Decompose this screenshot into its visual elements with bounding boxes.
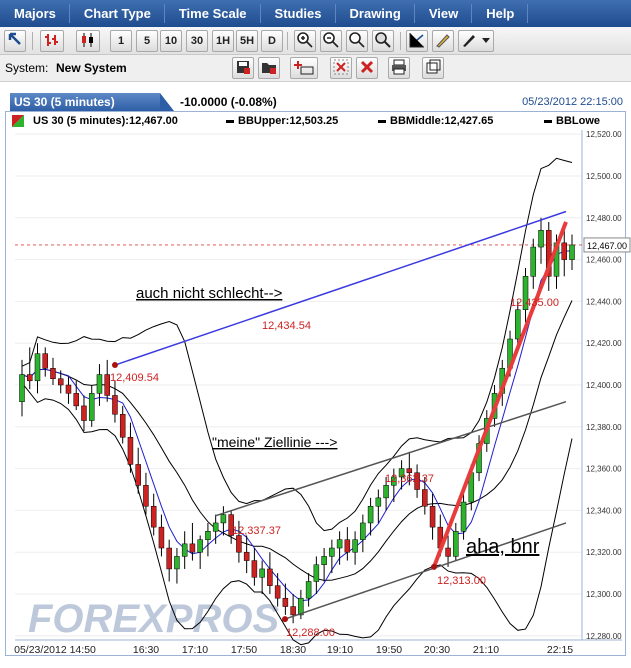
chart-legend: US 30 (5 minutes):12,467.00 BBUpper:12,5… bbox=[6, 112, 625, 130]
add-system-icon bbox=[294, 61, 314, 75]
bar-chart-button[interactable] bbox=[40, 30, 64, 52]
printer-icon bbox=[392, 59, 406, 75]
add-system-button[interactable] bbox=[290, 57, 318, 79]
toolbar-divider bbox=[32, 32, 33, 50]
period-1h-button[interactable]: 1H bbox=[212, 30, 234, 52]
instrument-tab[interactable]: US 30 (5 minutes) bbox=[10, 93, 174, 111]
period-30-button[interactable]: 30 bbox=[186, 30, 208, 52]
zoom-area-button[interactable] bbox=[372, 30, 394, 52]
menu-view[interactable]: View bbox=[415, 0, 473, 27]
chart-frame bbox=[5, 111, 626, 656]
toolbar-divider bbox=[400, 32, 401, 50]
open-template-button[interactable] bbox=[258, 57, 280, 79]
toolbar-divider bbox=[287, 32, 288, 50]
chart-window: Majors Chart Type Time Scale Studies Drawing… bbox=[0, 0, 631, 668]
legend-bbupper-label: BBUpper:12,503.25 bbox=[238, 115, 339, 127]
period-5h-button[interactable]: 5H bbox=[236, 30, 258, 52]
legend-bbupper: BBUpper:12,503.25 bbox=[226, 115, 338, 127]
save-template-button[interactable] bbox=[232, 57, 254, 79]
pen-style-dropdown[interactable] bbox=[458, 30, 494, 52]
legend-color-icon bbox=[12, 115, 24, 130]
ohlc-icon bbox=[45, 34, 58, 46]
zoom-reset-button[interactable] bbox=[346, 30, 368, 52]
price-change: -10.0000 (-0.08%) bbox=[180, 95, 277, 109]
legend-bbmiddle: BBMiddle:12,427.65 bbox=[378, 115, 493, 127]
trendline-tool-button[interactable] bbox=[406, 30, 428, 52]
menu-time-scale[interactable]: Time Scale bbox=[165, 0, 261, 27]
pointer-tool-button[interactable] bbox=[4, 30, 26, 52]
delete-system-button[interactable] bbox=[356, 57, 378, 79]
system-label: System: bbox=[5, 61, 49, 75]
delete-icon bbox=[360, 60, 374, 74]
menu-bar: Majors Chart Type Time Scale Studies Drawing… bbox=[0, 0, 631, 27]
candlestick-icon bbox=[82, 33, 93, 47]
draw-tool-button[interactable] bbox=[432, 30, 454, 52]
menu-drawing[interactable]: Drawing bbox=[336, 0, 416, 27]
period-d-button[interactable]: D bbox=[261, 30, 283, 52]
magnifier-icon bbox=[349, 32, 365, 48]
popout-button[interactable] bbox=[422, 57, 444, 79]
menu-chart-type[interactable]: Chart Type bbox=[70, 0, 165, 27]
legend-main-series: US 30 (5 minutes):12,467.00 bbox=[33, 115, 178, 127]
save-template-icon bbox=[237, 61, 250, 74]
chart-toolbar: 1 5 10 30 1H 5H D bbox=[0, 27, 631, 55]
pencil-icon bbox=[436, 34, 450, 48]
menu-studies[interactable]: Studies bbox=[261, 0, 336, 27]
pointer-icon bbox=[8, 32, 21, 45]
folder-icon bbox=[262, 63, 276, 74]
system-name: New System bbox=[56, 61, 127, 75]
zoom-in-icon bbox=[297, 32, 313, 48]
period-5-button[interactable]: 5 bbox=[136, 30, 158, 52]
clear-system-button[interactable] bbox=[330, 57, 352, 79]
zoom-out-button[interactable] bbox=[320, 30, 342, 52]
system-bar: System: New System bbox=[0, 55, 631, 82]
pen-dropdown-icon bbox=[463, 35, 490, 47]
period-1-button[interactable]: 1 bbox=[110, 30, 132, 52]
zoom-out-icon bbox=[323, 32, 339, 48]
trendline-icon bbox=[409, 33, 424, 48]
last-update-time: 05/23/2012 22:15:00 bbox=[522, 96, 623, 108]
candle-chart-button[interactable] bbox=[76, 30, 100, 52]
period-10-button[interactable]: 10 bbox=[160, 30, 182, 52]
clear-icon bbox=[333, 59, 349, 75]
popout-icon bbox=[426, 59, 441, 74]
legend-bbmiddle-label: BBMiddle:12,427.65 bbox=[390, 115, 494, 127]
chart-title-bar: US 30 (5 minutes) -10.0000 (-0.08%) 05/2… bbox=[0, 93, 631, 111]
menu-majors[interactable]: Majors bbox=[0, 0, 70, 27]
zoom-in-button[interactable] bbox=[294, 30, 316, 52]
print-button[interactable] bbox=[388, 57, 410, 79]
legend-bblower: BBLowe bbox=[544, 115, 600, 127]
zoom-area-icon bbox=[375, 32, 391, 48]
menu-help[interactable]: Help bbox=[472, 0, 529, 27]
legend-bblower-label: BBLowe bbox=[556, 115, 600, 127]
